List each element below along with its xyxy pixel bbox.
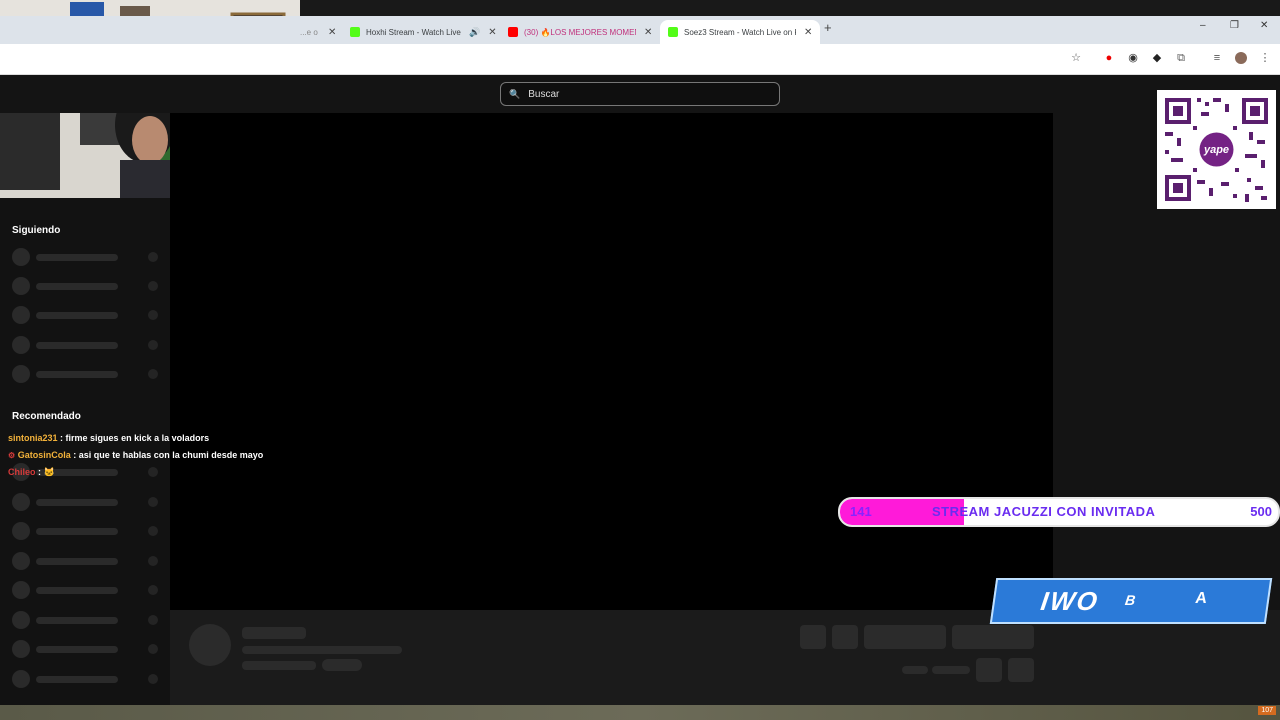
search-input[interactable] (526, 87, 771, 101)
stream-info-skeleton (170, 610, 1280, 705)
new-tab-button[interactable]: + (824, 20, 832, 35)
speaker-icon[interactable]: 🔊 (469, 27, 480, 38)
sidebar-skeleton-item (12, 365, 162, 383)
kick-favicon-icon (350, 27, 360, 37)
browser-tab[interactable]: (30) 🔥LOS MEJORES MOMEN ✕ (508, 20, 652, 44)
opera-icon[interactable]: ● (1103, 52, 1115, 64)
sidebar-skeleton-item (12, 522, 162, 540)
button-skeleton (800, 625, 826, 649)
maximize-icon[interactable]: ❐ (1230, 20, 1239, 31)
browser-tab-strip: ...e o ✕ Hoxhi Stream - Watch Live 🔊 ✕ (… (0, 16, 1280, 44)
extension-icon[interactable]: ◆ (1151, 52, 1163, 64)
youtube-favicon-icon (508, 27, 518, 37)
button-skeleton (1008, 658, 1034, 682)
close-window-icon[interactable]: ✕ (1260, 20, 1268, 31)
browser-tab[interactable]: ...e o ✕ (300, 20, 336, 44)
button-skeleton (864, 625, 946, 649)
line-skeleton (902, 666, 928, 674)
banner-letter-a: A (1194, 590, 1209, 607)
media-control-icon[interactable]: ≡ (1211, 52, 1223, 64)
line-skeleton (932, 666, 970, 674)
extension-icon[interactable]: ◉ (1127, 52, 1139, 64)
taskbar-strip (0, 705, 1280, 720)
tag-skeleton (322, 659, 362, 671)
chat-text: : asi que te hablas con la chumi desde m… (73, 450, 264, 460)
goal-target: 500 (1250, 504, 1272, 519)
chat-text: : 🐱 (38, 467, 55, 477)
kick-favicon-icon (668, 27, 678, 37)
sidebar-skeleton-item (12, 581, 162, 599)
chat-username: GatosinCola (17, 450, 71, 460)
sidebar-skeleton-item (12, 640, 162, 658)
stream-goal-bar: 141 STREAM JACUZZI CON INVITADA 500 (838, 497, 1280, 527)
sidebar-skeleton-item (12, 277, 162, 295)
close-tab-icon[interactable]: ✕ (644, 27, 652, 38)
close-tab-icon[interactable]: ✕ (804, 27, 812, 38)
search-box[interactable]: 🔍 (500, 82, 780, 106)
chat-username: Chileo (8, 467, 36, 477)
sidebar-skeleton-item (12, 552, 162, 570)
sidebar-skeleton-item (12, 493, 162, 511)
sidebar-skeleton-item (12, 306, 162, 324)
qr-icon: yape (1157, 90, 1276, 209)
goal-current: 141 (850, 504, 872, 519)
close-tab-icon[interactable]: ✕ (488, 27, 496, 38)
banner-text: IWO (1038, 586, 1102, 616)
goal-label: STREAM JACUZZI CON INVITADA (932, 504, 1156, 519)
chat-username: sintonia231 (8, 433, 58, 443)
browser-tab-active[interactable]: Soez3 Stream - Watch Live on K ✕ (660, 20, 821, 44)
line-skeleton (242, 646, 402, 654)
video-player[interactable] (170, 113, 1053, 610)
sidebar-skeleton-item (12, 336, 162, 354)
tab-title: Soez3 Stream - Watch Live on K (684, 27, 796, 37)
qr-brand-text: yape (1203, 144, 1229, 156)
close-tab-icon[interactable]: ✕ (328, 27, 336, 38)
sidebar-skeleton-item (12, 248, 162, 266)
sidebar-skeleton-item (12, 611, 162, 629)
puzzle-icon[interactable]: ⧉ (1175, 52, 1187, 64)
following-heading: Siguiendo (12, 225, 61, 236)
overlay-banner: IWO B A (989, 578, 1273, 624)
browser-tab[interactable]: Hoxhi Stream - Watch Live 🔊 ✕ (350, 20, 497, 44)
bookmark-star-icon[interactable]: ☆ (1070, 52, 1082, 64)
chat-text: : firme sigues en kick a la voladors (60, 433, 210, 443)
tray-badge: 107 (1258, 706, 1276, 715)
browser-toolbar: ☆ ● ◉ ◆ ⧉ ≡ ⋮ (0, 44, 1280, 75)
line-skeleton (242, 661, 316, 670)
button-skeleton (976, 658, 1002, 682)
minimize-icon[interactable]: – (1200, 20, 1206, 31)
title-skeleton (242, 627, 306, 639)
banner-letter-b: B (1124, 592, 1137, 608)
profile-avatar[interactable] (1235, 52, 1247, 64)
chat-message: ⚙ GatosinCola : asi que te hablas con la… (8, 450, 263, 460)
avatar-skeleton (189, 624, 231, 666)
search-icon: 🔍 (509, 88, 521, 99)
chat-message: sintonia231 : firme sigues en kick a la … (8, 433, 209, 443)
menu-icon[interactable]: ⋮ (1259, 52, 1271, 64)
tab-title: Hoxhi Stream - Watch Live (366, 27, 461, 37)
badge-icon: ⚙ (8, 451, 16, 460)
button-skeleton (952, 625, 1034, 649)
recommended-heading: Recomendado (12, 411, 81, 422)
tab-title: ...e o (300, 27, 318, 37)
button-skeleton (832, 625, 858, 649)
sidebar-skeleton-item (12, 670, 162, 688)
chat-message: Chileo : 🐱 (8, 467, 55, 478)
yape-qr-code: yape (1157, 90, 1276, 209)
tab-title: (30) 🔥LOS MEJORES MOMEN (524, 27, 636, 37)
